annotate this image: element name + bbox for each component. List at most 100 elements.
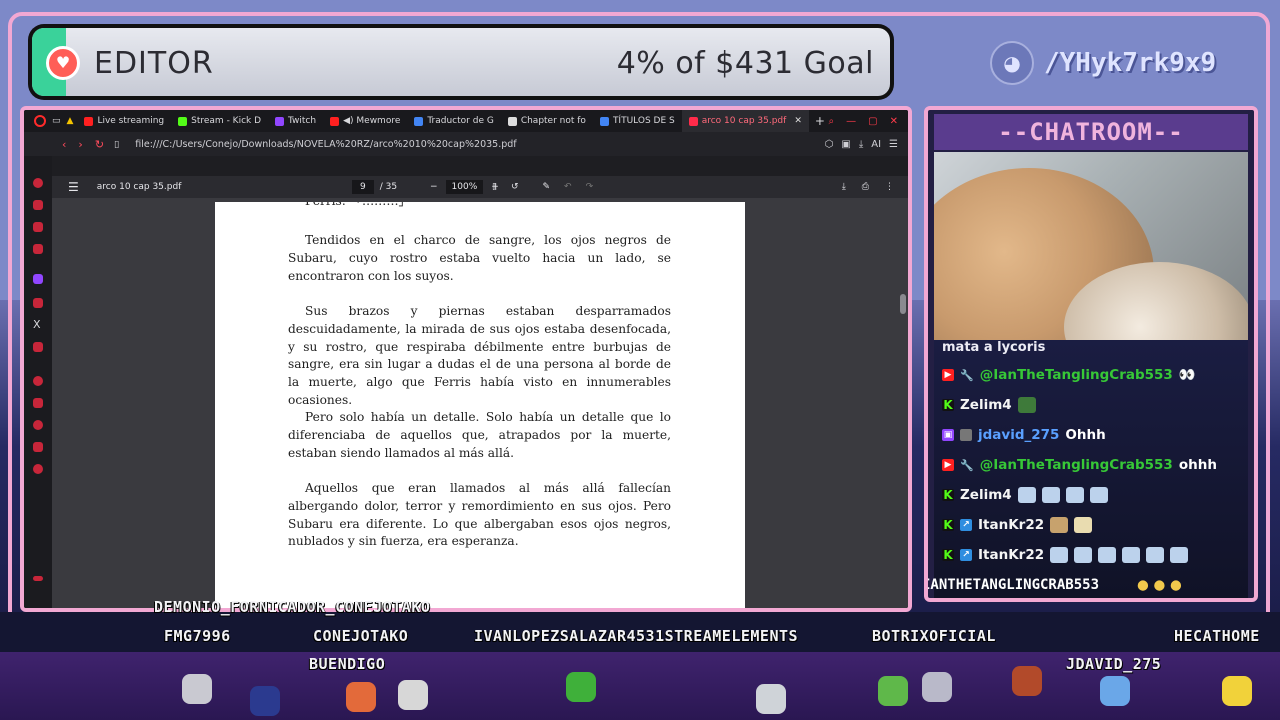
fit-page-icon[interactable]: ▯ [492, 182, 497, 192]
sidebar-more-icon[interactable] [33, 576, 43, 581]
sidebar-rail: X [24, 156, 52, 608]
draw-icon[interactable]: ✎ [543, 182, 551, 192]
eyes-emote-icon: 👀 [1178, 367, 1196, 383]
search-tabs-icon[interactable]: ⌕ [829, 116, 835, 127]
pdf-paragraph: Sus brazos y piernas estaban desparramad… [288, 304, 671, 407]
tab-kick[interactable]: Stream - Kick D [171, 110, 268, 132]
menu-icon[interactable]: ☰ [889, 139, 898, 150]
chat-message: K Zelim4 [942, 394, 1036, 416]
tab-chapter[interactable]: Chapter not fo [501, 110, 593, 132]
tab-live-streaming[interactable]: Live streaming [77, 110, 171, 132]
tab-translator[interactable]: Traductor de G [407, 110, 500, 132]
pdf-scrollbar[interactable] [900, 202, 906, 608]
sidebar-video-icon[interactable] [33, 244, 43, 254]
tab-pdf-active[interactable]: arco 10 cap 35.pdf ✕ [681, 110, 809, 132]
maximize-icon[interactable]: ▢ [868, 116, 877, 127]
viewer-name: IVANLOPEZSALAZAR4531STREAMELEMENTS [474, 627, 799, 645]
tab-mewmore[interactable]: ◀) Mewmore [323, 110, 407, 132]
sidebar-bulb-icon[interactable] [33, 442, 43, 452]
kick-icon: K [942, 548, 954, 562]
pokemon-sprite-icon [1100, 676, 1130, 706]
sidebar-settings-icon[interactable] [33, 464, 43, 474]
chat-text: Ohhh [1065, 427, 1106, 443]
mod-sword-icon: ↗ [960, 519, 972, 531]
tab-titulos[interactable]: TÍTULOS DE S [593, 110, 682, 132]
download-icon[interactable]: ⤓ [859, 139, 863, 150]
pdf-paragraph: Pero solo había un detalle. Solo había u… [288, 410, 671, 460]
wrench-icon: 🔧 [960, 368, 974, 382]
youtube-icon: ▶ [942, 369, 954, 381]
zoom-level[interactable]: 100% [445, 180, 484, 194]
pokemon-sprite-icon [182, 674, 212, 704]
sidebar-music-icon[interactable] [33, 222, 43, 232]
pdf-menu-icon[interactable]: ☰ [68, 180, 79, 194]
pokemon-sprite-icon [346, 682, 376, 712]
sidebar-history-icon[interactable] [33, 376, 43, 386]
reload-icon[interactable]: ↻ [95, 138, 104, 151]
chat-text: ohhh [1178, 457, 1217, 473]
discord-invite: /YHyk7rk9x9 [1044, 48, 1217, 78]
pdf-paragraph: Tendidos en el charco de sangre, los ojo… [288, 233, 671, 283]
sidebar-youtube-icon[interactable] [33, 342, 43, 352]
bookmark-icon[interactable]: ▣ [841, 139, 850, 150]
goal-amount: 4% of $431 Goal [616, 46, 874, 81]
pokemon-sprite-icon [1012, 666, 1042, 696]
sidebar-download-icon[interactable] [33, 398, 43, 408]
pdf-viewer: Ferris: 「………」 Tendidos en el charco de s… [52, 198, 908, 608]
viewer-name: HECATHOME [1174, 627, 1260, 645]
new-tab-icon[interactable]: + [815, 114, 825, 128]
viewer-name: BUENDIGO [309, 655, 386, 673]
pokemon-sprite-icon [1222, 676, 1252, 706]
page-total: / 35 [379, 182, 398, 192]
thinking-emote-icon: ● ● ● [1137, 577, 1182, 593]
print-icon[interactable]: ⎙ [862, 182, 869, 192]
pokemon-sprite-icon [878, 676, 908, 706]
page-icon [507, 116, 517, 126]
ai-icon[interactable]: AI [871, 139, 881, 150]
chat-message: ▶ 🔧 @IanTheTanglingCrab553 ohhh [942, 454, 1217, 476]
emote-icon [1050, 547, 1069, 563]
url-field[interactable]: file:///C:/Users/Conejo/Downloads/NOVELA… [135, 139, 516, 150]
drive-icon[interactable]: ▲ [67, 116, 74, 126]
rotate-icon[interactable]: ↺ [511, 182, 519, 192]
scrollbar-thumb[interactable] [900, 294, 906, 314]
viewer-name: DEMONIO_FORNICADOR_CONEJOTAKO [154, 598, 431, 616]
close-window-icon[interactable]: ✕ [890, 116, 898, 127]
pdf-download-icon[interactable]: ⤓ [842, 182, 846, 192]
sidebar-percent-icon[interactable] [33, 298, 43, 308]
kick-icon [178, 116, 188, 126]
sidebar-clock-icon[interactable] [33, 420, 43, 430]
tab-twitch[interactable]: Twitch [268, 110, 323, 132]
chat-username: Zelim4 [960, 487, 1012, 503]
page-number-input[interactable]: 9 [352, 180, 374, 194]
zoom-out-icon[interactable]: − [430, 182, 438, 192]
address-bar: ‹ › ↻ ▯ file:///C:/Users/Conejo/Download… [24, 132, 908, 156]
tab-overview-icon[interactable]: ▭ [52, 116, 61, 126]
youtube-icon [84, 116, 94, 126]
forward-icon[interactable]: › [78, 138, 82, 151]
extensions-icon[interactable]: ⬡ [825, 139, 834, 150]
emote-icon [1122, 547, 1141, 563]
sidebar-twitch-icon[interactable] [33, 274, 43, 284]
pdf-cut-line: Ferris: 「………」 [288, 202, 671, 211]
pokemon-sprite-icon [398, 680, 428, 710]
opera-logo-icon[interactable] [34, 115, 46, 127]
back-icon[interactable]: ‹ [62, 138, 66, 151]
pokemon-sprite-icon [922, 672, 952, 702]
undo-icon[interactable]: ↶ [564, 182, 572, 192]
discord-icon: ◕ [990, 41, 1034, 85]
minimize-icon[interactable]: — [846, 116, 856, 127]
docs-icon [599, 116, 609, 126]
chat-username: jdavid_275 [978, 427, 1060, 443]
emote-icon [1170, 547, 1189, 563]
sidebar-aria-icon[interactable] [33, 178, 43, 188]
sidebar-bag-icon[interactable] [33, 200, 43, 210]
file-icon: ▯ [114, 138, 120, 150]
kofi-cup-icon: ♥ [46, 46, 80, 80]
redo-icon[interactable]: ↷ [586, 182, 594, 192]
chat-message-cut: mata a lycoris [942, 340, 1046, 355]
sidebar-x-icon[interactable]: X [33, 318, 41, 331]
mod-sword-icon: ↗ [960, 549, 972, 561]
close-tab-icon[interactable]: ✕ [794, 116, 802, 126]
more-options-icon[interactable]: ⋮ [885, 182, 894, 192]
